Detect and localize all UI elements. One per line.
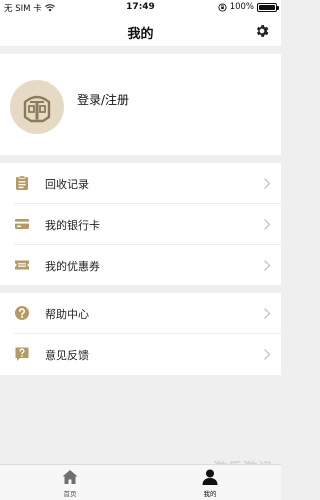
- chevron-right-icon: [264, 178, 271, 189]
- chevron-right-icon: [264, 260, 271, 271]
- user-icon: [202, 469, 218, 485]
- profile-card[interactable]: 登录/注册: [0, 54, 281, 155]
- menu-item-label: 我的银行卡: [45, 219, 100, 232]
- feedback-icon: [15, 347, 29, 361]
- menu-item-help-center[interactable]: 帮助中心: [0, 293, 281, 334]
- menu-item-label: 我的优惠券: [45, 260, 100, 273]
- clipboard-icon: [16, 175, 28, 190]
- battery-percent: 100%: [229, 2, 254, 12]
- coupon-icon: [15, 260, 29, 270]
- chevron-right-icon: [264, 308, 271, 319]
- menu-item-label: 意见反馈: [45, 349, 89, 362]
- bank-card-icon: [15, 219, 29, 229]
- menu-group-account: 回收记录 我的银行卡 我的优惠券: [0, 163, 281, 285]
- gear-icon[interactable]: [254, 23, 270, 39]
- login-register-link[interactable]: 登录/注册: [77, 91, 129, 108]
- orientation-lock-icon: [218, 2, 227, 12]
- menu-item-label: 回收记录: [45, 178, 89, 191]
- chevron-right-icon: [264, 349, 271, 360]
- battery-icon: [257, 2, 279, 12]
- menu-item-coupons[interactable]: 我的优惠券: [0, 245, 281, 286]
- tab-home[interactable]: 首页: [40, 468, 100, 498]
- status-bar: 无 SIM 卡 17:49 100%: [0, 0, 281, 16]
- helmet-icon: [23, 95, 51, 123]
- tab-label: 首页: [63, 490, 77, 498]
- avatar[interactable]: [10, 80, 64, 134]
- tab-bar: 首页 我的: [0, 464, 281, 500]
- menu-group-support: 帮助中心 意见反馈: [0, 293, 281, 375]
- help-icon: [15, 306, 29, 320]
- page-title: 我的: [127, 27, 154, 42]
- chevron-right-icon: [264, 219, 271, 230]
- nav-bar: 我的: [0, 16, 281, 46]
- home-icon: [62, 470, 78, 484]
- tab-mine[interactable]: 我的: [180, 468, 240, 498]
- menu-item-recycle-records[interactable]: 回收记录: [0, 163, 281, 204]
- menu-item-bank-cards[interactable]: 我的银行卡: [0, 204, 281, 245]
- menu-item-feedback[interactable]: 意见反馈: [0, 334, 281, 375]
- tab-label: 我的: [203, 490, 217, 498]
- menu-item-label: 帮助中心: [45, 308, 89, 321]
